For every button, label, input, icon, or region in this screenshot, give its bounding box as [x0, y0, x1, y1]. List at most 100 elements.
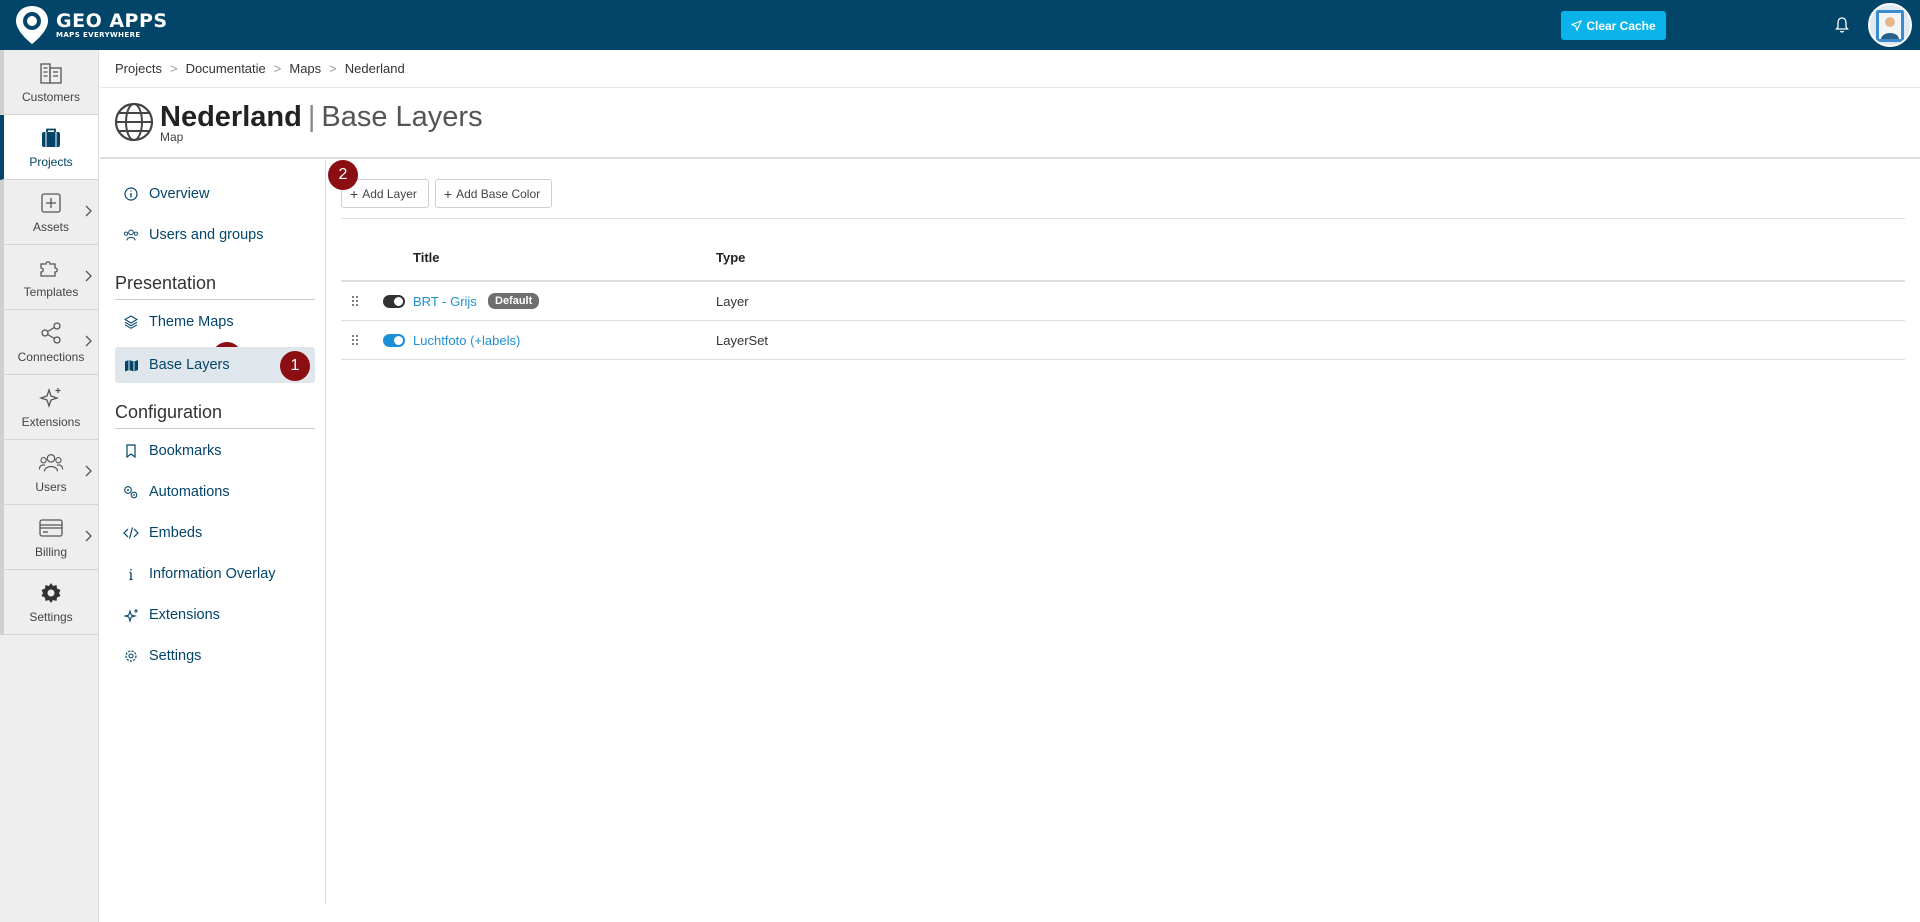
map-pin-logo-icon	[16, 6, 48, 44]
nav-label: Automations	[149, 484, 230, 500]
gears-icon	[123, 484, 139, 500]
nav-users-groups[interactable]: Users and groups	[115, 217, 315, 253]
map-name: Nederland	[160, 101, 302, 133]
nav-label: Users and groups	[149, 227, 264, 243]
visibility-toggle[interactable]	[383, 334, 405, 347]
gear-icon	[38, 580, 64, 606]
layer-title-link[interactable]: Luchtfoto (+labels)	[413, 333, 520, 348]
nav-information-overlay[interactable]: Information Overlay	[115, 556, 315, 592]
page-title: Nederland | Base Layers	[160, 100, 483, 134]
visibility-toggle[interactable]	[383, 295, 405, 308]
clear-cache-label: Clear Cache	[1586, 18, 1656, 33]
layer-type: Layer	[716, 294, 749, 309]
section-heading-presentation: Presentation	[115, 273, 315, 300]
rail-item-billing[interactable]: Billing	[0, 505, 98, 570]
table-header: Title Type	[341, 240, 1905, 282]
sparkle-icon	[123, 607, 139, 623]
step-marker-1: 1	[280, 351, 310, 381]
clear-cache-button[interactable]: Clear Cache	[1561, 11, 1666, 40]
nav-label: Information Overlay	[149, 566, 276, 582]
page-kind: Map	[160, 130, 184, 144]
nav-bookmarks[interactable]: Bookmarks	[115, 433, 315, 469]
globe-icon	[114, 102, 154, 142]
plus-icon: +	[443, 185, 453, 202]
divider	[100, 87, 1920, 88]
nav-label: Settings	[149, 648, 202, 664]
divider	[341, 218, 1905, 219]
user-avatar[interactable]	[1868, 3, 1912, 47]
rail-label: Users	[35, 480, 67, 494]
breadcrumb-item-current: Nederland	[344, 61, 405, 76]
plus-box-icon	[38, 190, 64, 216]
rail-item-settings[interactable]: Settings	[0, 570, 98, 635]
paper-plane-icon	[1571, 20, 1583, 31]
rail-label: Extensions	[21, 415, 81, 429]
layer-title-link[interactable]: BRT - Grijs	[413, 294, 477, 309]
logo-title: GEO APPS	[56, 10, 168, 32]
rail-item-customers[interactable]: Customers	[0, 50, 98, 115]
nav-overview[interactable]: Overview	[115, 176, 315, 212]
table-row: Luchtfoto (+labels) LayerSet	[341, 321, 1905, 360]
gear-icon	[123, 648, 139, 664]
rail-label: Projects	[29, 155, 73, 169]
breadcrumb-item[interactable]: Documentatie	[186, 61, 266, 76]
breadcrumb-separator: >	[329, 61, 337, 76]
nav-embeds[interactable]: Embeds	[115, 515, 315, 551]
rail-item-assets[interactable]: Assets	[0, 180, 98, 245]
credit-card-icon	[38, 515, 64, 541]
users-icon	[38, 450, 64, 476]
section-heading-configuration: Configuration	[115, 402, 315, 429]
layers-icon	[123, 314, 139, 330]
users-icon	[123, 227, 139, 243]
nav-theme-maps[interactable]: Theme Maps	[115, 304, 315, 340]
breadcrumb-item[interactable]: Maps	[289, 61, 321, 76]
logo-subtitle: MAPS EVERYWHERE	[56, 31, 141, 39]
toggle-knob	[394, 336, 403, 345]
rail-item-extensions[interactable]: Extensions	[0, 375, 98, 440]
avatar-image	[1870, 5, 1910, 45]
add-base-color-button[interactable]: + Add Base Color	[434, 179, 553, 208]
main-nav-rail: Customers Projects Assets Templates Conn…	[0, 50, 99, 922]
add-layer-label: Add Layer	[362, 186, 417, 201]
layers-toolbar: + Add Layer + Add Base Color	[341, 179, 553, 208]
plus-icon: +	[350, 185, 359, 202]
breadcrumb-separator: >	[169, 61, 178, 76]
chevron-right-icon	[85, 270, 92, 282]
nav-label: Base Layers	[149, 357, 230, 373]
top-bar: GEO APPS MAPS EVERYWHERE Clear Cache	[0, 0, 1920, 50]
nav-label: Overview	[149, 186, 210, 202]
breadcrumb-item[interactable]: Projects	[115, 61, 162, 76]
nav-settings[interactable]: Settings	[115, 638, 315, 674]
rail-label: Settings	[29, 610, 73, 624]
rail-item-projects[interactable]: Projects	[0, 115, 98, 180]
info-circle-icon	[123, 186, 139, 202]
rail-item-users[interactable]: Users	[0, 440, 98, 505]
chevron-right-icon	[85, 530, 92, 542]
column-header-type[interactable]: Type	[716, 250, 745, 265]
drag-handle-icon[interactable]	[351, 334, 359, 346]
sparkle-icon	[38, 385, 64, 411]
rail-label: Templates	[23, 285, 79, 299]
bookmark-icon	[123, 443, 139, 459]
geoapps-logo[interactable]: GEO APPS MAPS EVERYWHERE	[14, 4, 168, 46]
puzzle-icon	[38, 255, 64, 281]
chevron-right-icon	[85, 205, 92, 217]
code-icon	[123, 525, 139, 541]
rail-item-templates[interactable]: Templates	[0, 245, 98, 310]
title-separator: |	[307, 101, 316, 133]
map-icon	[123, 357, 139, 373]
nav-automations[interactable]: Automations	[115, 474, 315, 510]
breadcrumb: Projects > Documentatie > Maps > Nederla…	[115, 61, 405, 76]
rail-label: Assets	[32, 220, 69, 234]
nav-extensions[interactable]: Extensions	[115, 597, 315, 633]
building-icon	[38, 60, 64, 86]
rail-item-connections[interactable]: Connections	[0, 310, 98, 375]
bell-icon[interactable]	[1834, 16, 1850, 34]
column-header-title[interactable]: Title	[413, 250, 440, 265]
rail-label: Connections	[17, 350, 85, 364]
rail-label: Billing	[34, 545, 67, 559]
chevron-right-icon	[85, 335, 92, 347]
share-nodes-icon	[38, 320, 64, 346]
drag-handle-icon[interactable]	[351, 295, 359, 307]
page-section: Base Layers	[321, 101, 483, 133]
